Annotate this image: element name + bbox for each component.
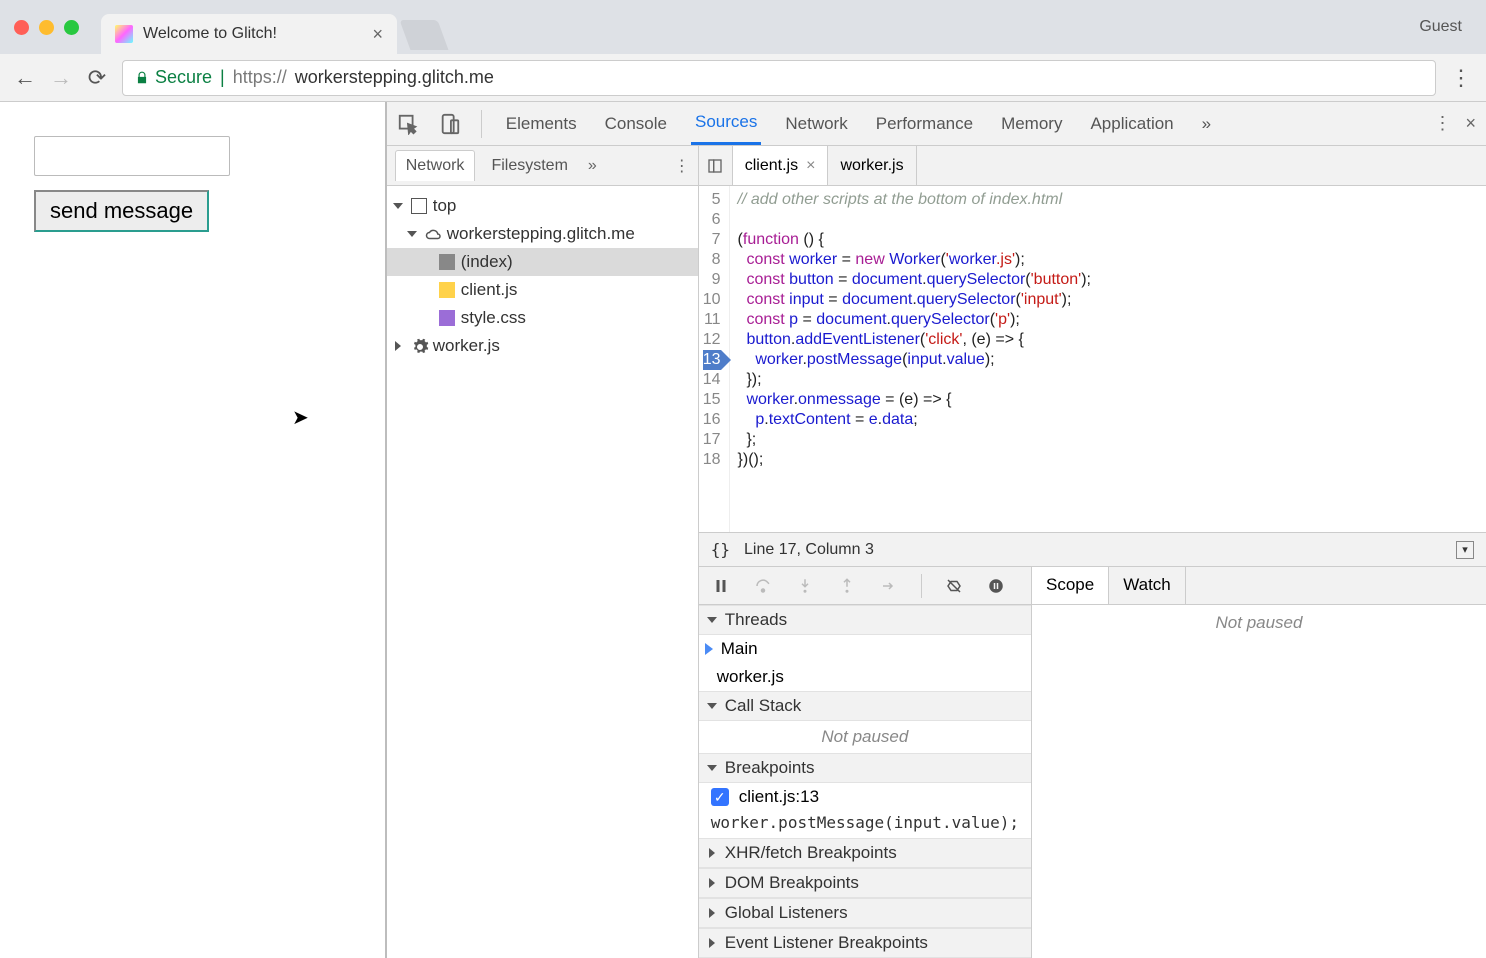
- global-listeners-header[interactable]: Global Listeners: [699, 898, 1031, 928]
- breakpoint-label: client.js:13: [739, 787, 819, 807]
- step-into-icon[interactable]: [795, 576, 815, 596]
- checkbox-icon[interactable]: ✓: [711, 788, 729, 806]
- tab-strip: Welcome to Glitch! × Guest: [0, 0, 1486, 54]
- event-listener-breakpoints-header[interactable]: Event Listener Breakpoints: [699, 928, 1031, 958]
- deactivate-breakpoints-icon[interactable]: [944, 576, 964, 596]
- xhr-breakpoints-header[interactable]: XHR/fetch Breakpoints: [699, 838, 1031, 868]
- css-icon: [439, 310, 455, 326]
- callstack-header[interactable]: Call Stack: [699, 691, 1031, 721]
- threads-header[interactable]: Threads: [699, 605, 1031, 635]
- lock-icon: [135, 71, 149, 85]
- browser-tab[interactable]: Welcome to Glitch! ×: [101, 14, 397, 54]
- tree-file-stylecss[interactable]: style.css: [387, 304, 698, 332]
- js-icon: [439, 282, 455, 298]
- scope-tab[interactable]: Scope: [1032, 567, 1109, 604]
- url-host: workerstepping.glitch.me: [295, 67, 494, 88]
- step-icon[interactable]: [879, 576, 899, 596]
- address-bar-row: ← → ⟳ Secure | https:// workerstepping.gl…: [0, 54, 1486, 102]
- subtab-network[interactable]: Network: [395, 150, 476, 181]
- subtabs-menu-icon[interactable]: ⋮: [674, 156, 690, 176]
- breakpoint-code: worker.postMessage(input.value);: [699, 811, 1031, 838]
- cloud-icon: [425, 226, 441, 242]
- tab-network[interactable]: Network: [781, 104, 851, 144]
- step-over-icon[interactable]: [753, 576, 773, 596]
- scope-panel: Scope Watch Not paused: [1032, 567, 1486, 958]
- pause-icon[interactable]: [711, 576, 731, 596]
- tab-sources[interactable]: Sources: [691, 102, 761, 145]
- close-window-icon[interactable]: [14, 20, 29, 35]
- devtools-menu-icon[interactable]: ⋮: [1433, 113, 1451, 134]
- breakpoint-item[interactable]: ✓ client.js:13: [699, 783, 1031, 811]
- close-icon[interactable]: ×: [806, 157, 815, 175]
- new-tab-button[interactable]: [400, 20, 449, 50]
- tab-console[interactable]: Console: [601, 104, 671, 144]
- dom-breakpoints-header[interactable]: DOM Breakpoints: [699, 868, 1031, 898]
- tab-performance[interactable]: Performance: [872, 104, 977, 144]
- scope-state: Not paused: [1032, 605, 1486, 958]
- cursor-icon: ➤: [292, 405, 309, 430]
- maximize-window-icon[interactable]: [64, 20, 79, 35]
- tab-application[interactable]: Application: [1086, 104, 1177, 144]
- devtools-tabs: Elements Console Sources Network Perform…: [387, 102, 1486, 146]
- page-viewport: send message ➤: [0, 102, 387, 958]
- url-separator: |: [220, 67, 225, 88]
- forward-button[interactable]: →: [50, 67, 72, 89]
- url-scheme: https://: [233, 67, 287, 88]
- open-tab-workerjs[interactable]: worker.js: [828, 146, 916, 185]
- document-icon: [439, 254, 455, 270]
- pause-on-exceptions-icon[interactable]: [986, 576, 1006, 596]
- tab-title: Welcome to Glitch!: [143, 25, 362, 43]
- cursor-position: Line 17, Column 3: [744, 541, 874, 559]
- debugger-toolbar: [699, 567, 1031, 605]
- inspect-icon[interactable]: [397, 113, 419, 135]
- profile-label[interactable]: Guest: [1419, 18, 1462, 36]
- back-button[interactable]: ←: [14, 67, 36, 89]
- gear-icon: [411, 338, 427, 354]
- send-message-button[interactable]: send message: [34, 190, 209, 232]
- subtabs-overflow-icon[interactable]: »: [588, 157, 597, 175]
- devtools-panel: Elements Console Sources Network Perform…: [387, 102, 1486, 958]
- secure-label: Secure: [155, 67, 212, 88]
- tab-memory[interactable]: Memory: [997, 104, 1066, 144]
- frame-icon: [411, 198, 427, 214]
- code-editor[interactable]: 56789101112131415161718 // add other scr…: [699, 186, 1486, 532]
- open-tab-clientjs[interactable]: client.js×: [733, 146, 829, 185]
- device-icon[interactable]: [439, 113, 461, 135]
- tab-close-icon[interactable]: ×: [372, 24, 383, 45]
- coverage-icon[interactable]: ▾: [1456, 541, 1474, 559]
- secure-indicator[interactable]: Secure: [135, 67, 212, 88]
- file-nav-icon[interactable]: [699, 146, 733, 185]
- window-controls: [14, 20, 79, 35]
- step-out-icon[interactable]: [837, 576, 857, 596]
- callstack-state: Not paused: [699, 721, 1031, 753]
- format-icon[interactable]: {}: [711, 540, 730, 559]
- debugger-panel: Threads Main worker.js Call Stack Not pa…: [699, 567, 1032, 958]
- thread-main[interactable]: Main: [699, 635, 1031, 663]
- tree-file-index[interactable]: (index): [387, 248, 698, 276]
- breakpoints-header[interactable]: Breakpoints: [699, 753, 1031, 783]
- tabs-overflow-icon[interactable]: »: [1198, 104, 1215, 144]
- thread-worker[interactable]: worker.js: [699, 663, 1031, 691]
- subtab-filesystem[interactable]: Filesystem: [481, 151, 577, 181]
- watch-tab[interactable]: Watch: [1109, 567, 1186, 604]
- devtools-close-icon[interactable]: ×: [1465, 113, 1476, 134]
- address-bar[interactable]: Secure | https:// workerstepping.glitch.m…: [122, 60, 1436, 96]
- tab-elements[interactable]: Elements: [502, 104, 581, 144]
- tree-top[interactable]: top: [387, 192, 698, 220]
- open-file-tabs: client.js× worker.js: [699, 146, 1486, 186]
- tree-file-clientjs[interactable]: client.js: [387, 276, 698, 304]
- reload-button[interactable]: ⟳: [86, 67, 108, 89]
- tree-worker[interactable]: worker.js: [387, 332, 698, 360]
- tree-domain[interactable]: workerstepping.glitch.me: [387, 220, 698, 248]
- minimize-window-icon[interactable]: [39, 20, 54, 35]
- file-tree: top workerstepping.glitch.me (index) cli…: [387, 186, 698, 958]
- message-input[interactable]: [34, 136, 230, 176]
- favicon-icon: [115, 25, 133, 43]
- browser-menu-icon[interactable]: ⋮: [1450, 65, 1472, 91]
- editor-status-bar: {} Line 17, Column 3 ▾: [699, 532, 1486, 566]
- sources-sidebar: Network Filesystem » ⋮ top workersteppin…: [387, 146, 699, 958]
